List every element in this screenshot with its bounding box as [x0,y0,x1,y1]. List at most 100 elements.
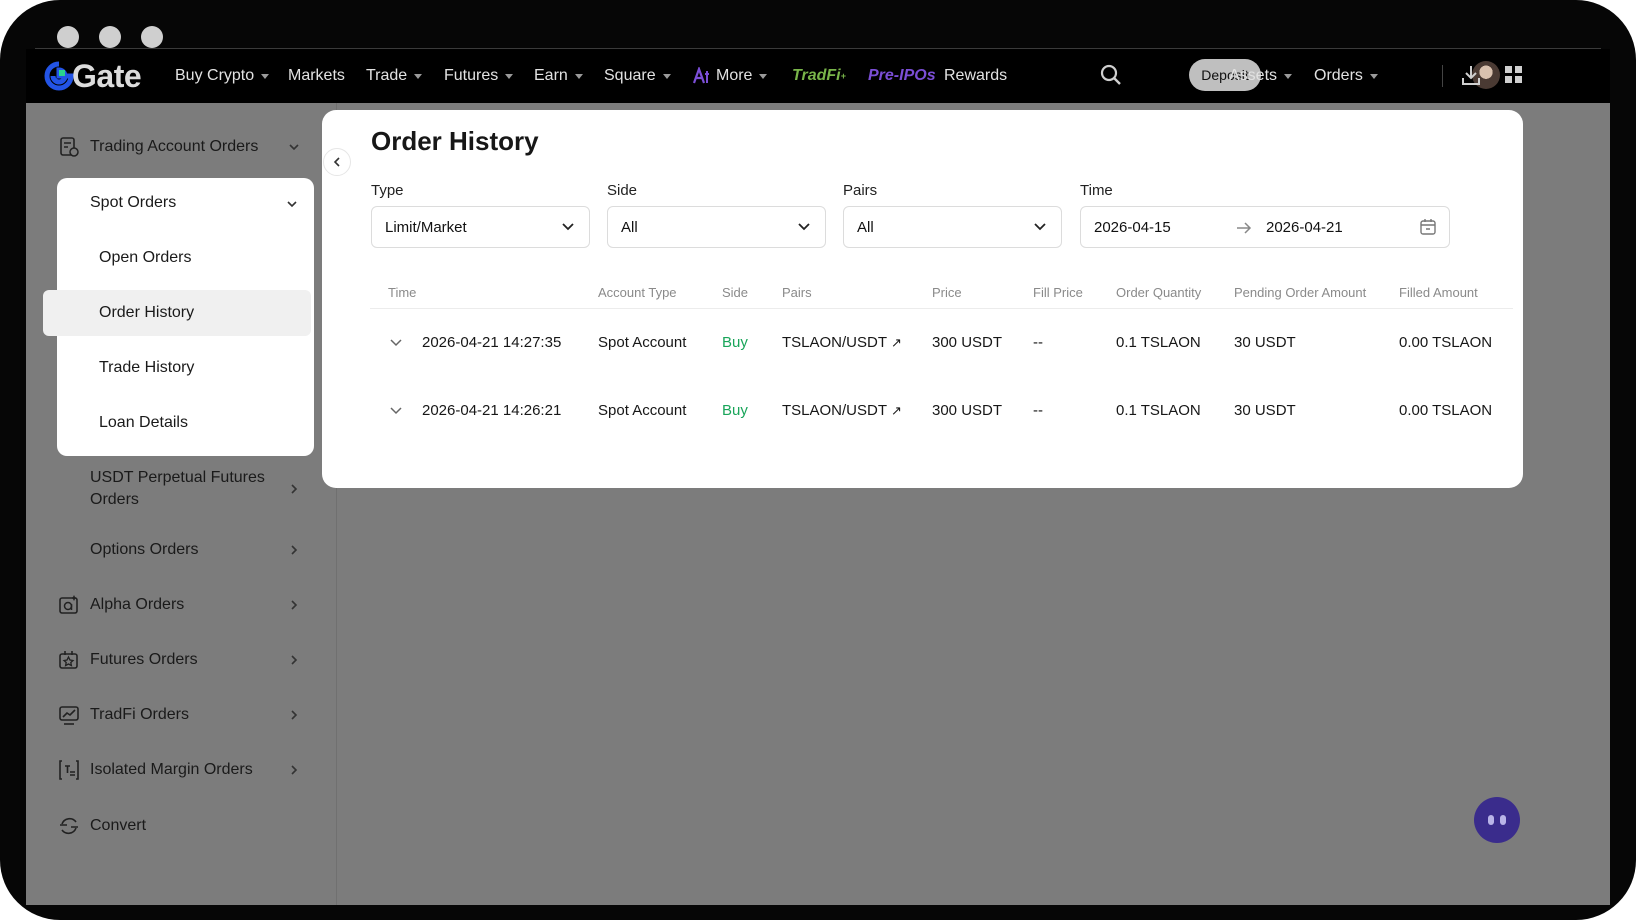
external-link-icon: ↗ [891,403,902,418]
date-start[interactable]: 2026-04-15 [1094,219,1171,236]
tradfi-chart-icon [58,704,80,726]
side-filter-label: Side [607,182,638,199]
external-link-icon: ↗ [891,335,902,350]
sidebar-item-open-orders[interactable]: Open Orders [57,235,314,281]
sidebar-item-futures-orders[interactable]: Futures Orders [58,640,302,680]
screen: Gate Buy Crypto Markets Trade Futures Ea… [26,49,1610,905]
calendar-icon[interactable] [1419,218,1437,236]
expand-row-chevron-icon[interactable] [389,404,403,418]
col-side: Side [722,285,749,300]
nav-markets[interactable]: Markets [288,49,345,103]
nav-square[interactable]: Square [604,49,671,103]
cell-order-quantity: 0.1 TSLAON [1116,334,1201,351]
cell-time: 2026-04-21 14:26:21 [422,402,562,419]
chevron-down-icon [287,201,297,208]
sidebar-item-tradfi-orders[interactable]: TradFi Orders [58,695,302,735]
col-pending-order-amount: Pending Order Amount [1234,285,1367,300]
col-account-type: Account Type [598,285,677,300]
table-header-divider [370,308,1513,309]
nav-trade[interactable]: Trade [366,49,423,103]
top-navbar: Gate Buy Crypto Markets Trade Futures Ea… [26,49,1610,103]
nav-buy-crypto[interactable]: Buy Crypto [175,49,270,103]
orders-doc-icon [58,136,80,158]
futures-icon [58,649,80,671]
cell-time: 2026-04-21 14:27:35 [422,334,562,351]
ai-icon [692,67,709,84]
cell-filled-amount: 0.00 TSLAON [1399,402,1493,419]
gate-logo[interactable]: Gate [44,57,142,94]
chevron-down-icon [798,223,810,231]
col-time: Time [388,285,417,300]
convert-icon [58,815,80,837]
cell-account-type: Spot Account [598,402,687,419]
nav-orders[interactable]: Orders [1314,49,1378,103]
col-fill-price: Fill Price [1033,285,1083,300]
chat-assistant-icon[interactable] [1474,797,1520,843]
chevron-left-icon [333,157,340,167]
cell-account-type: Spot Account [598,334,687,351]
sidebar-item-usdt-perpetual-futures-orders[interactable]: USDT Perpetual Futures Orders [90,464,302,514]
chevron-right-icon [291,545,298,555]
nav-divider [1442,65,1443,87]
cell-price: 300 USDT [932,334,1003,351]
download-icon[interactable] [1460,64,1482,86]
chevron-down-icon [562,223,574,231]
chevron-right-icon [291,765,298,775]
date-range-picker[interactable]: 2026-04-15 2026-04-21 [1080,206,1450,248]
sidebar-item-trade-history[interactable]: Trade History [57,345,314,391]
cell-order-quantity: 0.1 TSLAON [1116,402,1201,419]
type-filter-label: Type [371,182,404,199]
chevron-right-icon [291,710,298,720]
sidebar-item-trading-account-orders[interactable]: Trading Account Orders [58,127,302,167]
collapse-sidebar-button[interactable] [323,148,351,176]
order-history-panel: Order History Type Limit/Market Side All… [322,110,1523,488]
cell-fill-price: -- [1033,334,1043,351]
sidebar-item-options-orders[interactable]: Options Orders [90,530,302,570]
chevron-right-icon [291,484,298,494]
col-order-quantity: Order Quantity [1116,285,1202,300]
pairs-filter-label: Pairs [843,182,878,199]
time-filter-label: Time [1080,182,1113,199]
type-select[interactable]: Limit/Market [371,206,590,248]
date-end[interactable]: 2026-04-21 [1266,219,1343,236]
gate-logo-icon [44,61,74,91]
logo-text: Gate [72,57,142,94]
sidebar-item-convert[interactable]: Convert [58,806,302,846]
spot-orders-dropdown: Spot Orders Open Orders Order History Tr… [43,178,314,456]
chevron-down-icon [289,144,299,151]
cell-side: Buy [722,402,748,419]
col-pairs: Pairs [782,285,812,300]
nav-tradfi[interactable]: TradFi + [792,49,846,103]
pairs-select[interactable]: All [843,206,1062,248]
cell-side: Buy [722,334,748,351]
sidebar-item-order-history[interactable]: Order History [43,290,311,336]
window-maximize-dot[interactable] [141,26,163,48]
side-select[interactable]: All [607,206,826,248]
sidebar-item-spot-orders[interactable]: Spot Orders [90,180,300,226]
window-close-dot[interactable] [57,26,79,48]
margin-icon [58,759,80,781]
sidebar-item-loan-details[interactable]: Loan Details [57,400,314,446]
cell-pending-amount: 30 USDT [1234,334,1296,351]
nav-futures[interactable]: Futures [444,49,514,103]
cell-filled-amount: 0.00 TSLAON [1399,334,1493,351]
nav-more[interactable]: More [692,49,768,103]
expand-row-chevron-icon[interactable] [389,336,403,350]
sidebar-item-alpha-orders[interactable]: Alpha Orders [58,585,302,625]
cell-pair-link[interactable]: TSLAON/USDT ↗ [782,334,902,351]
grid-menu-icon[interactable] [1504,65,1524,85]
col-price: Price [932,285,962,300]
arrow-right-icon [1237,222,1252,234]
window-minimize-dot[interactable] [99,26,121,48]
chevron-right-icon [291,600,298,610]
alpha-icon [58,594,80,616]
nav-rewards[interactable]: Rewards [944,49,1007,103]
cell-fill-price: -- [1033,402,1043,419]
nav-earn[interactable]: Earn [534,49,583,103]
cell-pair-link[interactable]: TSLAON/USDT ↗ [782,402,902,419]
sidebar-item-isolated-margin-orders[interactable]: Isolated Margin Orders [58,750,302,790]
nav-pre-ipos[interactable]: Pre-IPOs [868,49,936,103]
search-icon[interactable] [1100,64,1122,86]
cell-pending-amount: 30 USDT [1234,402,1296,419]
nav-assets[interactable]: Assets [1229,49,1293,103]
